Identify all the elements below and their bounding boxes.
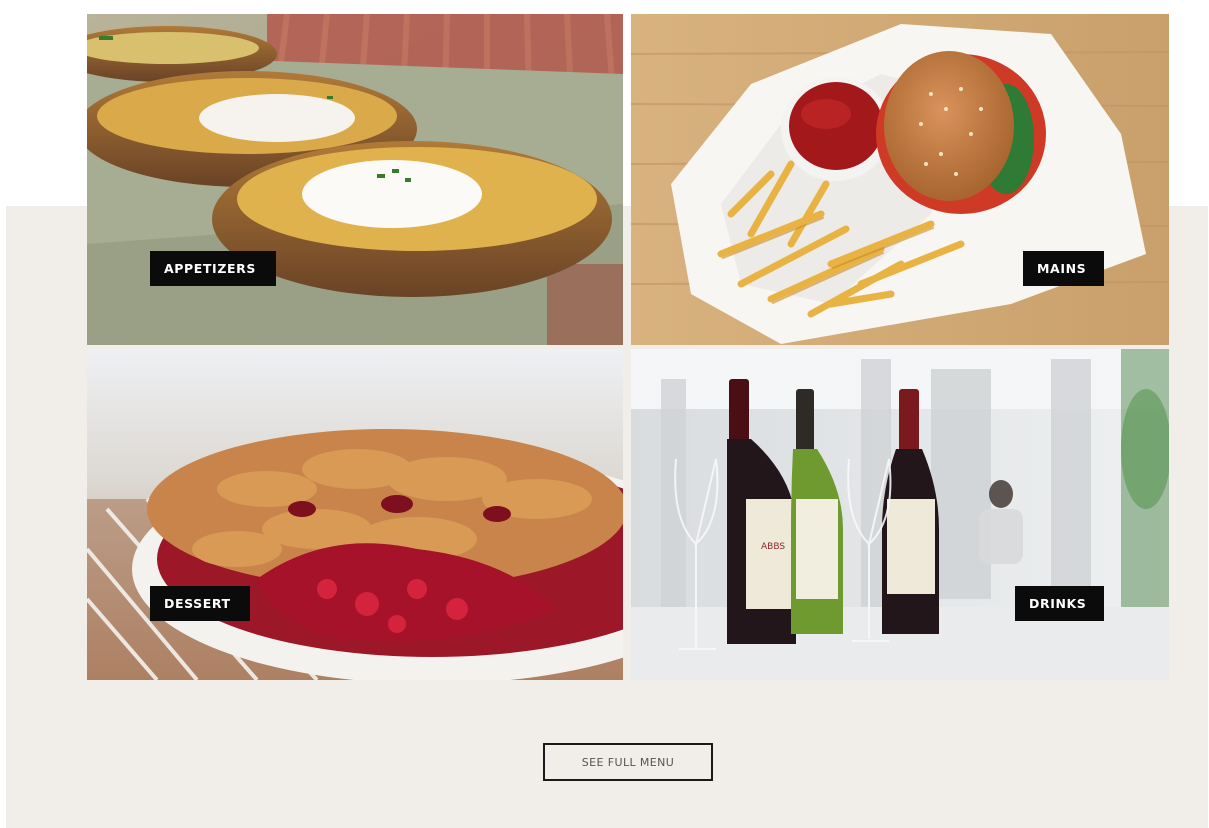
- category-tile-drinks[interactable]: ABBS DRINKS: [631, 349, 1169, 680]
- cherry-pie-photo: [87, 349, 623, 680]
- wine-bottles-photo: ABBS: [631, 349, 1169, 680]
- category-tile-mains[interactable]: MAINS: [631, 14, 1169, 345]
- category-tile-appetizers[interactable]: APPETIZERS: [87, 14, 623, 345]
- potato-skins-photo: [87, 14, 623, 345]
- category-tile-dessert[interactable]: DESSERT: [87, 349, 623, 680]
- burger-and-fries-photo: [631, 14, 1169, 345]
- svg-text:ABBS: ABBS: [761, 542, 785, 552]
- category-label-mains[interactable]: MAINS: [1023, 251, 1104, 286]
- see-full-menu-button[interactable]: SEE FULL MENU: [543, 743, 713, 781]
- category-label-dessert[interactable]: DESSERT: [150, 586, 250, 621]
- category-label-appetizers[interactable]: APPETIZERS: [150, 251, 276, 286]
- category-label-drinks[interactable]: DRINKS: [1015, 586, 1104, 621]
